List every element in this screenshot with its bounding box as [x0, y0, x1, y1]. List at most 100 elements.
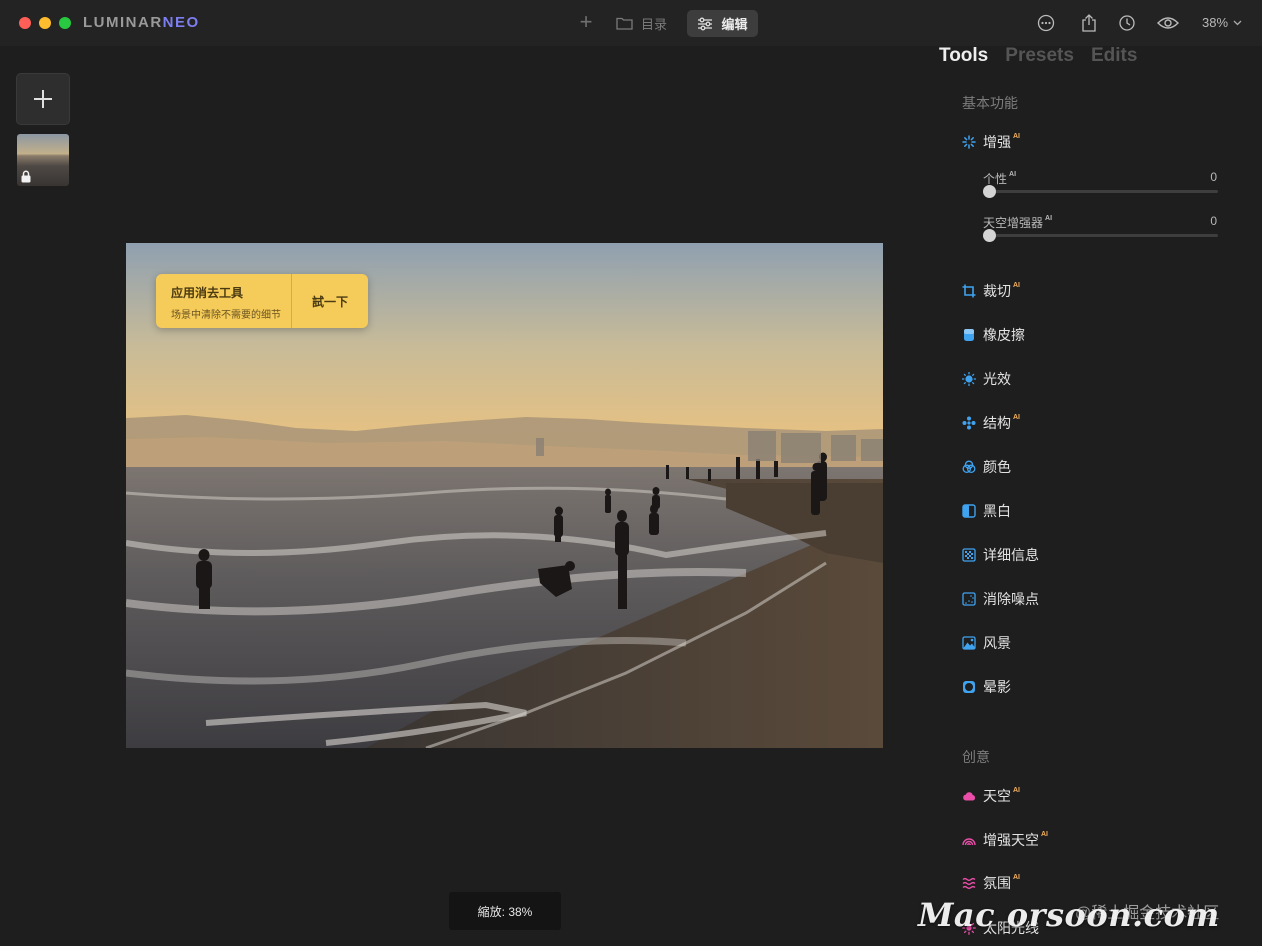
more-icon: [1037, 14, 1055, 32]
zoom-status: 縮放: 38%: [449, 892, 561, 930]
tool-label: 光效: [983, 371, 1011, 387]
eraser-icon: [962, 328, 976, 342]
title-bar: LUMINARNEO + 目录 编辑 38%: [0, 0, 1262, 46]
share-button[interactable]: [1078, 12, 1100, 34]
slider-knob[interactable]: [983, 229, 996, 242]
tool-label: 消除噪点: [983, 591, 1039, 607]
close-window-button[interactable]: [19, 17, 31, 29]
tool-atmosphere[interactable]: 氛围 AI: [962, 873, 1020, 893]
edit-label: 编辑: [721, 17, 748, 32]
ai-badge: AI: [1041, 831, 1048, 838]
zoom-dropdown[interactable]: 38%: [1202, 15, 1242, 30]
sliders-icon: [698, 17, 713, 30]
ai-badge: AI: [1045, 215, 1053, 222]
tool-crop[interactable]: 裁切 AI: [962, 281, 1020, 301]
folder-icon: [616, 17, 633, 30]
ai-badge: AI: [1013, 133, 1020, 140]
plus-icon: +: [579, 9, 593, 34]
edit-tab[interactable]: 编辑: [687, 10, 758, 37]
eye-icon: [1157, 17, 1179, 29]
crop-icon: [962, 284, 976, 298]
tool-label: 橡皮擦: [983, 327, 1025, 343]
chevron-down-icon: [1233, 20, 1242, 25]
slider-personality: 个性 AI 0: [983, 170, 1218, 198]
panel-tabs: Tools Presets Edits: [939, 45, 1137, 67]
tool-sky[interactable]: 天空 AI: [962, 786, 1020, 806]
tab-presets[interactable]: Presets: [1005, 45, 1074, 67]
share-icon: [1082, 14, 1096, 32]
tool-black-white[interactable]: 黑白: [962, 501, 1013, 521]
slider-label: 天空增强器: [983, 216, 1044, 230]
ai-badge: AI: [1013, 874, 1020, 881]
catalog-label: 目录: [641, 16, 668, 32]
tab-tools[interactable]: Tools: [939, 45, 988, 67]
rainbow-icon: [962, 833, 976, 847]
enhance-icon: [962, 135, 976, 149]
tool-label: 增强: [983, 134, 1011, 150]
tool-label: 氛围: [983, 875, 1011, 891]
tool-label: 增强天空: [983, 832, 1039, 848]
try-it-button[interactable]: 試一下: [292, 274, 368, 328]
image-thumbnail[interactable]: [17, 134, 69, 186]
tool-light[interactable]: 光效: [962, 369, 1013, 389]
add-photos-button[interactable]: +: [575, 11, 597, 33]
section-basic: 基本功能: [962, 95, 1018, 111]
hint-title: 应用消去工具: [171, 286, 244, 300]
tool-label: 裁切: [983, 283, 1011, 299]
tool-label: 详细信息: [983, 547, 1039, 563]
waves-icon: [962, 876, 976, 890]
tool-enhance[interactable]: 增强 AI: [962, 132, 1020, 152]
color-icon: [962, 460, 976, 474]
tool-vignette[interactable]: 晕影: [962, 677, 1013, 697]
catalog-tab[interactable]: 目录: [616, 12, 667, 34]
sun-icon: [962, 372, 976, 386]
tool-label: 黑白: [983, 503, 1011, 519]
ai-badge: AI: [1013, 414, 1020, 421]
details-icon: [962, 548, 976, 562]
tool-label: 天空: [983, 788, 1011, 804]
slider-track[interactable]: [983, 234, 1218, 237]
tool-landscape[interactable]: 风景: [962, 633, 1013, 653]
tab-edits[interactable]: Edits: [1091, 45, 1137, 67]
hint-subtitle: 场景中清除不需要的细节: [171, 310, 281, 321]
hint-text: 应用消去工具 场景中清除不需要的细节: [156, 274, 292, 328]
cloud-icon: [962, 789, 976, 803]
denoise-icon: [962, 592, 976, 606]
ai-badge: AI: [1009, 171, 1017, 178]
tool-label: 颜色: [983, 459, 1011, 475]
section-creative: 创意: [962, 749, 990, 765]
tool-denoise[interactable]: 消除噪点: [962, 589, 1041, 609]
history-icon: [1119, 15, 1135, 31]
vignette-icon: [962, 680, 976, 694]
ai-badge: AI: [1013, 787, 1020, 794]
landscape-icon: [962, 636, 976, 650]
minimize-window-button[interactable]: [39, 17, 51, 29]
slider-knob[interactable]: [983, 185, 996, 198]
tool-label: 结构: [983, 415, 1011, 431]
lock-icon: [21, 170, 31, 183]
preview-button[interactable]: [1156, 12, 1180, 34]
bw-icon: [962, 504, 976, 518]
zoom-window-button[interactable]: [59, 17, 71, 29]
tool-details[interactable]: 详细信息: [962, 545, 1041, 565]
tool-structure[interactable]: 结构 AI: [962, 413, 1020, 433]
erase-tool-hint: 应用消去工具 场景中清除不需要的细节 試一下: [156, 274, 368, 328]
slider-track[interactable]: [983, 190, 1218, 193]
add-image-button[interactable]: [16, 73, 70, 125]
slider-value: 0: [1210, 214, 1217, 228]
tool-label: 风景: [983, 635, 1011, 651]
slider-value: 0: [1210, 170, 1217, 184]
app-logo: LUMINARNEO: [83, 14, 200, 31]
tool-sky-enhance[interactable]: 增强天空 AI: [962, 830, 1048, 850]
ai-badge: AI: [1013, 282, 1020, 289]
more-button[interactable]: [1035, 12, 1057, 34]
structure-icon: [962, 416, 976, 430]
site-watermark: Mac orsoon.com: [918, 896, 1220, 934]
tool-eraser[interactable]: 橡皮擦: [962, 325, 1027, 345]
history-button[interactable]: [1116, 12, 1138, 34]
zoom-value: 38%: [1202, 15, 1229, 30]
tool-label: 晕影: [983, 679, 1011, 695]
plus-icon: [34, 90, 52, 108]
tool-color[interactable]: 颜色: [962, 457, 1013, 477]
slider-sky-enhancer: 天空增强器 AI 0: [983, 214, 1218, 242]
